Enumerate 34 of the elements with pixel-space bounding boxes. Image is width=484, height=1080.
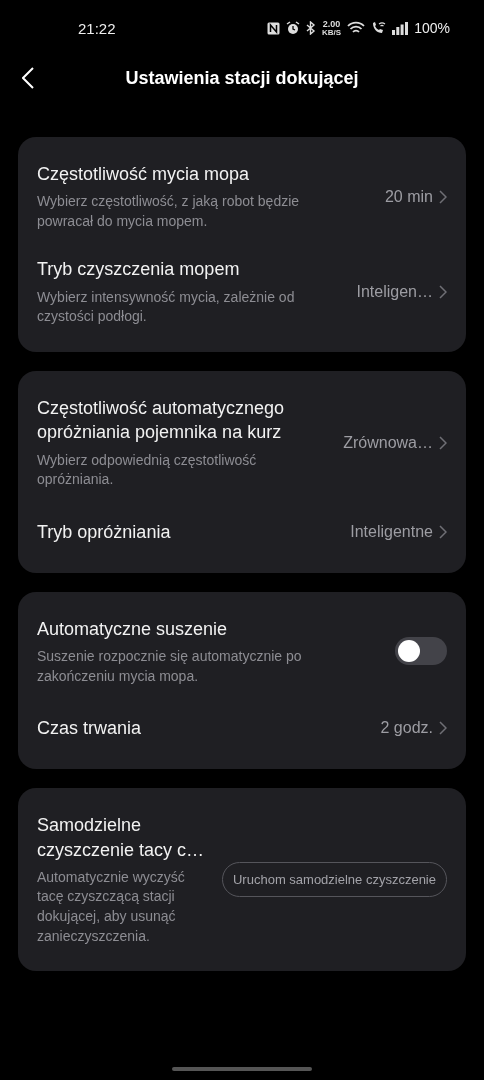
toggle-switch[interactable]: [395, 637, 447, 666]
chevron-right-icon: [439, 721, 447, 736]
setting-title: Częstotliwość automatycznego opróżniania pojemnika na kurz: [37, 396, 286, 445]
value-selector[interactable]: 2 godz.: [380, 719, 447, 738]
nfc-icon: [267, 21, 281, 35]
value-selector[interactable]: Zrównowa…: [343, 433, 447, 452]
setting-title: Automatyczne suszenie: [37, 617, 229, 641]
wifi-calling-icon: [371, 21, 387, 35]
chevron-right-icon: [439, 435, 447, 450]
speed-unit: KB/S: [322, 28, 342, 37]
chevron-right-icon: [439, 285, 447, 300]
signal-icon: [392, 21, 409, 35]
chevron-right-icon: [439, 189, 447, 204]
wifi-icon: [347, 21, 366, 35]
chevron-right-icon: [439, 524, 447, 539]
setting-title: Częstotliwość mycia mopa: [37, 163, 251, 186]
setting-description: Suszenie rozpocznie się automatycznie po zakończeniu mycia mopa.: [37, 647, 303, 686]
setting-description: Wybierz odpowiednią częstotliwość opróżniania.: [37, 450, 258, 490]
battery-level: 100%: [414, 20, 450, 36]
network-speed: 2.00: [322, 19, 341, 29]
value-selector[interactable]: Inteligen…: [356, 283, 447, 302]
setting-description: Automatycznie wyczyść tacę czyszczącą stacji dokującej, aby usunąć zanieczyszczenia.: [37, 867, 186, 946]
setting-description: Wybierz intensywność mycia, zależnie od czystości podłogi.: [37, 287, 296, 327]
setting-title: Czas trwania: [37, 717, 143, 741]
page-title: Ustawienia stacji dokującej: [124, 67, 360, 89]
setting-title: Samodzielne czyszczenie tacy c…: [37, 814, 206, 862]
bluetooth-icon: [306, 21, 317, 35]
value-selector[interactable]: 20 min: [384, 187, 447, 206]
alarm-icon: [286, 21, 301, 35]
setting-title: Tryb czyszczenia mopem: [37, 258, 241, 282]
setting-description: Wybierz częstotliwość, z jaką robot będzie powracał do mycia mopem.: [37, 192, 301, 231]
status-time: 21:22: [78, 19, 116, 37]
setting-title: Tryb opróżniania: [37, 520, 172, 544]
value-selector[interactable]: Inteligentne: [350, 522, 447, 541]
